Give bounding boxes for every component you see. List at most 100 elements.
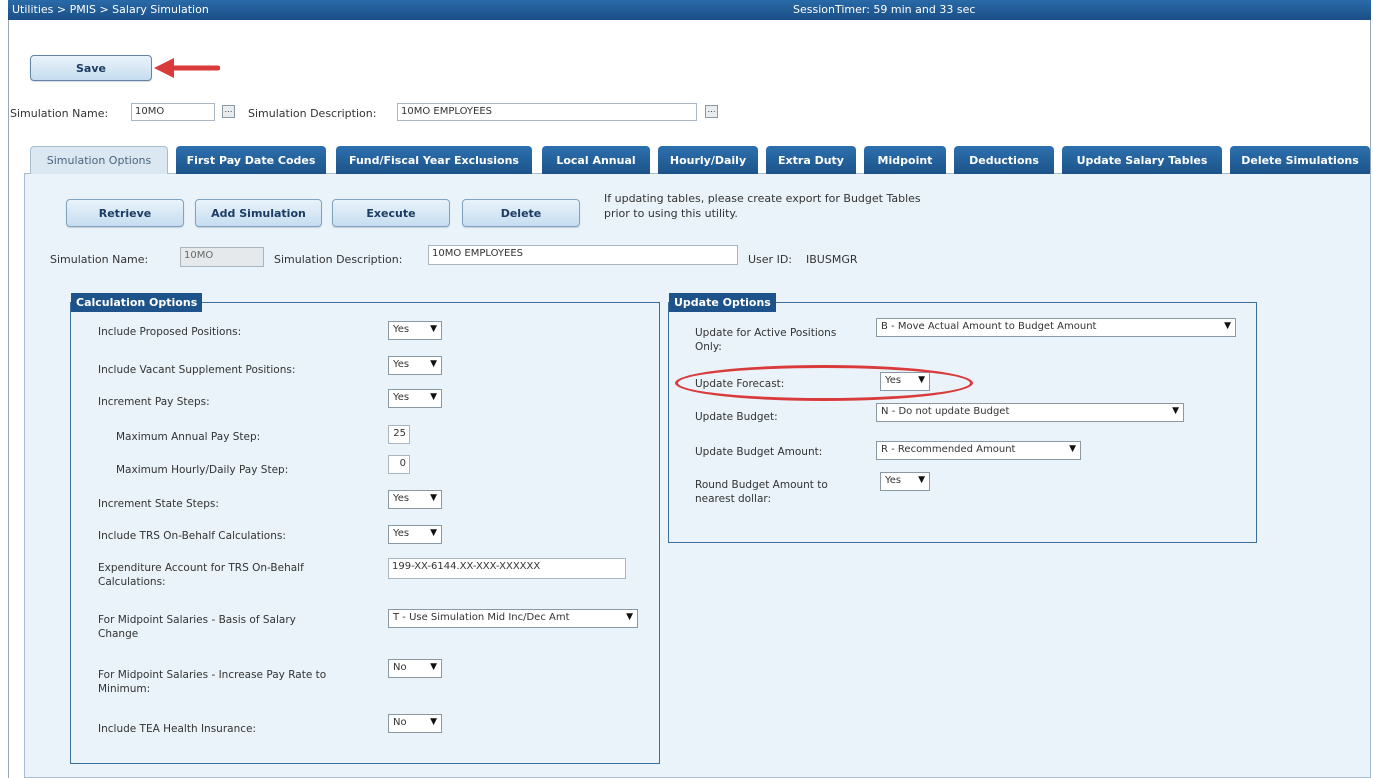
update-select-budget-value: N - Do not update Budget	[881, 406, 1010, 417]
user-id-label: User ID:	[748, 253, 792, 266]
tab-update-salary-tables[interactable]: Update Salary Tables	[1062, 146, 1222, 174]
update-select-budget-amount-value: R - Recommended Amount	[881, 444, 1016, 455]
save-button[interactable]: Save	[30, 55, 152, 81]
calc-select-proposed[interactable]: Yes ▼	[388, 321, 442, 340]
calc-label-midpoint-basis: For Midpoint Salaries - Basis of Salary …	[98, 613, 296, 641]
update-select-active[interactable]: B - Move Actual Amount to Budget Amount ▼	[876, 318, 1236, 337]
update-select-budget-amount[interactable]: R - Recommended Amount ▼	[876, 441, 1081, 460]
calc-select-increment-pay-value: Yes	[393, 392, 410, 403]
sim-name-input[interactable]: 10MO	[131, 103, 215, 121]
sim-name-label: Simulation Name:	[10, 107, 109, 120]
calc-label-midpoint-basis-line2: Change	[98, 628, 139, 640]
calc-select-state-steps-value: Yes	[393, 493, 410, 504]
calc-select-midpoint-basis[interactable]: T - Use Simulation Mid Inc/Dec Amt ▼	[388, 609, 638, 628]
export-note-line2: prior to using this utility.	[604, 207, 738, 220]
update-select-round-value: Yes	[885, 475, 902, 486]
retrieve-button[interactable]: Retrieve	[66, 199, 184, 227]
calc-select-midpoint-min-value: No	[393, 662, 407, 673]
chevron-down-icon: ▼	[430, 662, 437, 672]
tab-delete-simulations[interactable]: Delete Simulations	[1230, 146, 1370, 174]
calc-label-expenditure: Expenditure Account for TRS On-Behalf Ca…	[98, 561, 304, 589]
calc-label-midpoint-min-line1: For Midpoint Salaries - Increase Pay Rat…	[98, 669, 327, 681]
update-label-active-line1: Update for Active Positions	[695, 327, 837, 339]
chevron-down-icon: ▼	[430, 528, 437, 538]
calc-select-vacant[interactable]: Yes ▼	[388, 356, 442, 375]
tab-hourly-daily[interactable]: Hourly/Daily	[658, 146, 758, 174]
calc-label-tea: Include TEA Health Insurance:	[98, 723, 256, 735]
calc-label-midpoint-min: For Midpoint Salaries - Increase Pay Rat…	[98, 668, 326, 696]
chevron-down-icon: ▼	[430, 359, 437, 369]
calc-select-trs[interactable]: Yes ▼	[388, 525, 442, 544]
annotation-arrow-icon	[154, 58, 220, 78]
calc-label-increment-pay: Increment Pay Steps:	[98, 396, 210, 408]
update-label-budget: Update Budget:	[695, 411, 778, 423]
chevron-down-icon: ▼	[918, 475, 925, 485]
calc-select-increment-pay[interactable]: Yes ▼	[388, 389, 442, 408]
chevron-down-icon: ▼	[1224, 321, 1231, 331]
calculation-options-title: Calculation Options	[71, 293, 203, 312]
sim-row-name-field: 10MO	[180, 247, 264, 267]
calc-select-midpoint-min[interactable]: No ▼	[388, 659, 442, 678]
sim-desc-lookup-icon[interactable]: …	[705, 105, 718, 118]
calc-label-expenditure-line2: Calculations:	[98, 576, 166, 588]
calc-input-expenditure[interactable]: 199-XX-6144.XX-XXX-XXXXXX	[388, 558, 626, 579]
calc-select-vacant-value: Yes	[393, 359, 410, 370]
chevron-down-icon: ▼	[430, 717, 437, 727]
forecast-highlight-circle	[675, 365, 973, 401]
calc-label-expenditure-line1: Expenditure Account for TRS On-Behalf	[98, 562, 304, 574]
add-simulation-button[interactable]: Add Simulation	[195, 199, 322, 227]
delete-button[interactable]: Delete	[462, 199, 580, 227]
sim-desc-label: Simulation Description:	[248, 107, 377, 120]
calc-select-proposed-value: Yes	[393, 324, 410, 335]
calc-input-max-hourly[interactable]: 0	[388, 455, 410, 474]
update-select-active-value: B - Move Actual Amount to Budget Amount	[881, 321, 1097, 332]
calc-label-trs: Include TRS On-Behalf Calculations:	[98, 530, 286, 542]
tab-midpoint[interactable]: Midpoint	[864, 146, 946, 174]
calc-select-tea[interactable]: No ▼	[388, 714, 442, 733]
execute-button[interactable]: Execute	[332, 199, 450, 227]
title-bar: Utilities > PMIS > Salary Simulation Ses…	[8, 0, 1371, 20]
sim-row-desc-label: Simulation Description:	[274, 253, 403, 266]
tab-fund-fiscal-year-exclusions[interactable]: Fund/Fiscal Year Exclusions	[336, 146, 532, 174]
update-select-round[interactable]: Yes ▼	[880, 472, 930, 491]
sim-desc-input[interactable]: 10MO EMPLOYEES	[397, 103, 697, 121]
calc-label-midpoint-min-line2: Minimum:	[98, 683, 151, 695]
calc-select-trs-value: Yes	[393, 528, 410, 539]
update-select-budget[interactable]: N - Do not update Budget ▼	[876, 403, 1184, 422]
chevron-down-icon: ▼	[1069, 444, 1076, 454]
export-note-line1: If updating tables, please create export…	[604, 192, 921, 205]
calc-label-max-annual: Maximum Annual Pay Step:	[116, 431, 261, 443]
update-label-active: Update for Active Positions Only:	[695, 326, 836, 354]
chevron-down-icon: ▼	[626, 612, 633, 622]
update-label-round: Round Budget Amount to nearest dollar:	[695, 478, 828, 506]
calc-select-midpoint-basis-value: T - Use Simulation Mid Inc/Dec Amt	[393, 612, 570, 623]
tab-simulation-options[interactable]: Simulation Options	[30, 146, 168, 174]
chevron-down-icon: ▼	[1172, 406, 1179, 416]
sim-name-lookup-icon[interactable]: …	[222, 105, 235, 118]
chevron-down-icon: ▼	[430, 493, 437, 503]
export-note: If updating tables, please create export…	[604, 191, 921, 221]
update-label-round-line2: nearest dollar:	[695, 493, 772, 505]
user-id-value: IBUSMGR	[806, 253, 858, 266]
calc-input-max-annual[interactable]: 25	[388, 425, 410, 444]
chevron-down-icon: ▼	[430, 392, 437, 402]
calc-label-state-steps: Increment State Steps:	[98, 498, 219, 510]
calc-select-state-steps[interactable]: Yes ▼	[388, 490, 442, 509]
calc-label-proposed: Include Proposed Positions:	[98, 326, 242, 338]
calc-label-max-hourly: Maximum Hourly/Daily Pay Step:	[116, 464, 289, 476]
update-label-round-line1: Round Budget Amount to	[695, 479, 828, 491]
tab-extra-duty[interactable]: Extra Duty	[766, 146, 856, 174]
update-label-active-line2: Only:	[695, 341, 722, 353]
calc-label-vacant: Include Vacant Supplement Positions:	[98, 364, 296, 376]
tab-local-annual[interactable]: Local Annual	[542, 146, 650, 174]
update-options-title: Update Options	[669, 293, 776, 312]
session-timer: SessionTimer: 59 min and 33 sec	[793, 3, 976, 16]
calc-label-midpoint-basis-line1: For Midpoint Salaries - Basis of Salary	[98, 614, 296, 626]
chevron-down-icon: ▼	[430, 324, 437, 334]
calc-select-tea-value: No	[393, 717, 407, 728]
sim-row-desc-input[interactable]: 10MO EMPLOYEES	[428, 245, 738, 265]
tab-first-pay-date-codes[interactable]: First Pay Date Codes	[176, 146, 326, 174]
sim-row-name-label: Simulation Name:	[50, 253, 149, 266]
tab-deductions[interactable]: Deductions	[954, 146, 1054, 174]
breadcrumb: Utilities > PMIS > Salary Simulation	[12, 3, 209, 16]
